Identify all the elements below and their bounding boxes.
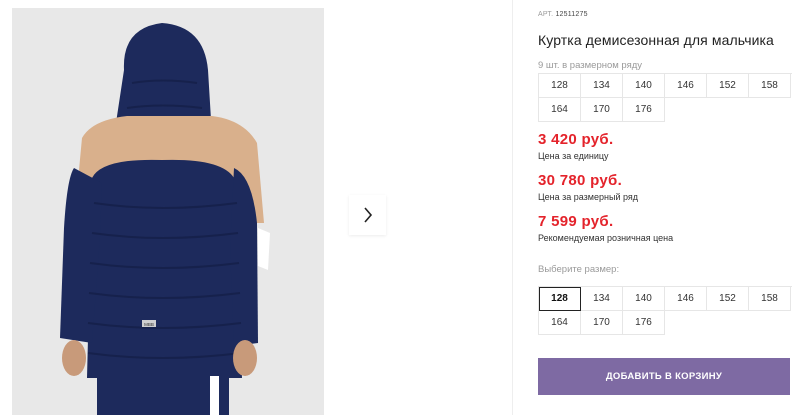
product-sku: АРТ. 12511275 [538, 11, 588, 18]
size-option-selected[interactable]: 128 [539, 287, 581, 311]
size-select-grid: 128 134 140 146 152 158 164 170 176 [538, 286, 792, 335]
product-title: Куртка демисезонная для мальчика [538, 32, 774, 48]
size-option[interactable]: 152 [707, 287, 749, 311]
series-size: 146 [665, 74, 707, 98]
size-option[interactable]: 140 [623, 287, 665, 311]
jacket-back-image: MBB [12, 8, 324, 415]
series-price: 30 780 руб. [538, 172, 623, 189]
product-info: АРТ. 12511275 Куртка демисезонная для ма… [538, 0, 800, 415]
chevron-right-icon [363, 207, 372, 223]
retail-price: 7 599 руб. [538, 213, 614, 230]
panel-divider [512, 0, 513, 415]
series-caption: 9 шт. в размерном ряду [538, 60, 643, 71]
series-price-label: Цена за размерный ряд [538, 192, 639, 202]
size-option[interactable]: 134 [581, 287, 623, 311]
series-size: 128 [539, 74, 581, 98]
series-size: 152 [707, 74, 749, 98]
size-option[interactable]: 164 [539, 311, 581, 335]
series-size: 134 [581, 74, 623, 98]
series-size: 170 [581, 98, 623, 122]
size-option[interactable]: 146 [665, 287, 707, 311]
size-option[interactable]: 158 [749, 287, 791, 311]
size-option[interactable]: 170 [581, 311, 623, 335]
series-size: 176 [623, 98, 665, 122]
sku-value: 12511275 [555, 11, 588, 18]
series-size: 164 [539, 98, 581, 122]
product-photo[interactable]: MBB [12, 8, 324, 415]
sku-label: АРТ. [538, 11, 554, 18]
product-gallery: MBB [0, 0, 512, 415]
unit-price-label: Цена за единицу [538, 151, 609, 161]
next-photo-button[interactable] [349, 195, 386, 235]
size-option[interactable]: 176 [623, 311, 665, 335]
size-series-grid: 128 134 140 146 152 158 164 170 176 [538, 73, 792, 122]
unit-price: 3 420 руб. [538, 131, 614, 148]
series-size: 140 [623, 74, 665, 98]
series-size: 158 [749, 74, 791, 98]
add-to-cart-button[interactable]: ДОБАВИТЬ В КОРЗИНУ [538, 358, 790, 395]
size-select-label: Выберите размер: [538, 264, 620, 275]
jacket-tag: MBB [144, 322, 154, 327]
retail-price-label: Рекомендуемая розничная цена [538, 233, 674, 243]
